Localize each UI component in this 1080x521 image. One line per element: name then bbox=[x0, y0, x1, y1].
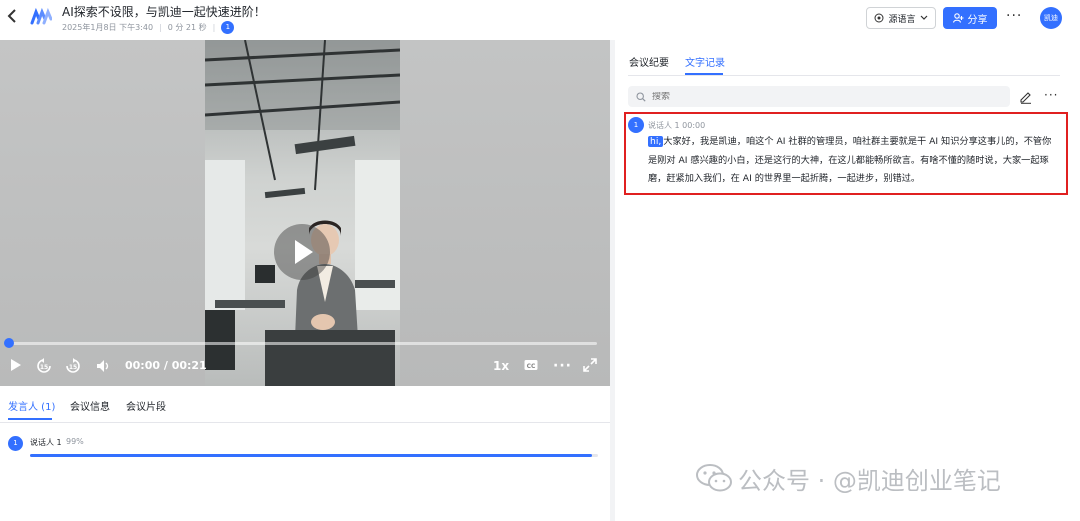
user-add-icon bbox=[952, 13, 963, 23]
transcript-text: 大家好，我是凯迪，咱这个 AI 社群的管理员，咱社群主要就是干 AI 知识分享这… bbox=[648, 136, 1052, 184]
speaker-share-fill bbox=[30, 454, 593, 457]
speaker-name: 说话人 1 bbox=[30, 438, 62, 447]
meeting-meta: 2025年1月8日 下午3:40 | 0 分 21 秒 | 1 bbox=[62, 21, 235, 34]
speaker-percent: 99% bbox=[66, 437, 84, 446]
captions-icon[interactable]: CC bbox=[524, 358, 538, 374]
transcript-speaker-time: 说话人 1 00:00 bbox=[648, 121, 706, 130]
globe-icon bbox=[874, 13, 884, 23]
progress-handle[interactable] bbox=[4, 338, 14, 348]
fullscreen-icon[interactable] bbox=[583, 358, 597, 374]
speaker-share-bar bbox=[30, 454, 598, 457]
right-tabs: 会议纪要 文字记录 bbox=[616, 40, 1064, 76]
tab-speakers[interactable]: 发言人 (1) bbox=[8, 398, 55, 413]
divider bbox=[628, 75, 1060, 76]
divider: | bbox=[212, 23, 216, 32]
search-icon bbox=[636, 91, 646, 102]
speaker-avatar[interactable]: 1 bbox=[8, 436, 23, 451]
language-select-button[interactable]: 源语言 bbox=[866, 7, 936, 29]
divider bbox=[0, 422, 610, 423]
chevron-down-icon bbox=[920, 15, 927, 20]
video-letterbox-left bbox=[0, 40, 205, 386]
participant-badge[interactable]: 1 bbox=[221, 21, 235, 34]
search-input[interactable] bbox=[652, 91, 952, 102]
play-icon[interactable] bbox=[10, 358, 22, 374]
meeting-date: 2025年1月8日 下午3:40 bbox=[62, 23, 154, 32]
meeting-duration: 0 分 21 秒 bbox=[167, 23, 207, 32]
tab-meeting-summary[interactable]: 会议纪要 bbox=[629, 54, 669, 69]
watermark: 公众号 · @凯迪创业笔记 bbox=[696, 458, 1001, 498]
transcript-paragraph[interactable]: hi, 大家好，我是凯迪，咱这个 AI 社群的管理员，咱社群主要就是干 AI 知识… bbox=[648, 133, 1052, 189]
forward-15-icon[interactable]: 15 bbox=[65, 358, 81, 374]
more-horizontal-icon[interactable]: ··· bbox=[1006, 8, 1022, 24]
play-overlay-button[interactable] bbox=[274, 224, 330, 280]
volume-icon[interactable] bbox=[95, 358, 111, 374]
video-player[interactable]: 15 15 00:00 / 00:21 1x CC ··· bbox=[0, 40, 610, 386]
active-tab-indicator bbox=[8, 418, 52, 420]
svg-text:15: 15 bbox=[40, 364, 48, 371]
top-bar: AI探索不设限，与凯迪一起快速进阶！ 2025年1月8日 下午3:40 | 0 … bbox=[0, 0, 1080, 38]
language-label: 源语言 bbox=[888, 14, 916, 25]
tab-meeting-clips[interactable]: 会议片段 bbox=[126, 398, 166, 413]
speaker-avatar[interactable]: 1 bbox=[628, 117, 644, 133]
share-label: 分享 bbox=[967, 14, 988, 26]
panel-divider[interactable] bbox=[610, 40, 615, 521]
left-tabs: 发言人 (1) 会议信息 会议片段 bbox=[0, 398, 610, 422]
svg-text:CC: CC bbox=[527, 363, 536, 370]
share-button[interactable]: 分享 bbox=[943, 7, 997, 29]
edit-icon[interactable] bbox=[1019, 89, 1033, 104]
divider: | bbox=[159, 23, 162, 32]
more-horizontal-icon[interactable]: ··· bbox=[1044, 88, 1058, 102]
video-frame bbox=[205, 40, 400, 386]
speed-button[interactable]: 1x bbox=[493, 358, 509, 374]
current-word-highlight[interactable]: hi, bbox=[648, 136, 664, 147]
avatar[interactable]: 凯迪 bbox=[1040, 7, 1062, 29]
time-display: 00:00 / 00:21 bbox=[125, 359, 207, 372]
watermark-text: 公众号 · @凯迪创业笔记 bbox=[738, 466, 1001, 495]
video-letterbox-right bbox=[400, 40, 610, 386]
app-logo-icon bbox=[30, 7, 53, 27]
meeting-title: AI探索不设限，与凯迪一起快速进阶！ bbox=[62, 5, 266, 19]
more-horizontal-icon[interactable]: ··· bbox=[553, 358, 572, 374]
tab-meeting-info[interactable]: 会议信息 bbox=[70, 398, 110, 413]
svg-text:15: 15 bbox=[69, 364, 77, 371]
progress-track[interactable] bbox=[8, 342, 597, 345]
wechat-icon bbox=[696, 464, 732, 492]
rewind-15-icon[interactable]: 15 bbox=[36, 358, 52, 374]
tab-transcript[interactable]: 文字记录 bbox=[685, 54, 725, 69]
search-box[interactable] bbox=[628, 86, 1010, 107]
chevron-left-icon[interactable] bbox=[6, 8, 20, 26]
